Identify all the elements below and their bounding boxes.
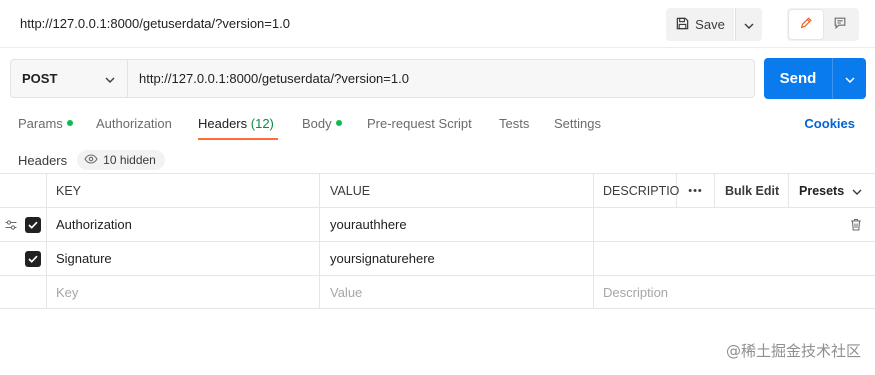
hidden-headers-count: 10 hidden bbox=[103, 153, 156, 167]
tab-params[interactable]: Params bbox=[18, 116, 73, 131]
save-label: Save bbox=[695, 17, 725, 32]
header-value-cell[interactable]: yoursignaturehere bbox=[330, 242, 435, 275]
chevron-down-icon bbox=[744, 17, 754, 32]
request-tabs: Params Authorization Headers (12) Body P… bbox=[0, 110, 875, 142]
send-options-button[interactable] bbox=[832, 58, 866, 99]
cookies-link[interactable]: Cookies bbox=[804, 116, 855, 131]
header-description-cell[interactable] bbox=[603, 242, 833, 275]
request-url-bar: POST http://127.0.0.1:8000/getuserdata/?… bbox=[10, 59, 755, 98]
edit-mode-button[interactable] bbox=[789, 10, 823, 39]
save-group: Save bbox=[666, 8, 762, 41]
presets-label: Presets bbox=[799, 183, 845, 198]
presets-dropdown[interactable]: Presets bbox=[799, 174, 862, 207]
table-row: Signature yoursignaturehere bbox=[0, 241, 875, 275]
eye-icon bbox=[84, 153, 98, 167]
header-key-cell[interactable]: Authorization bbox=[56, 208, 132, 241]
row-checkbox[interactable] bbox=[25, 208, 41, 241]
save-button[interactable]: Save bbox=[666, 8, 734, 41]
send-group: Send bbox=[764, 58, 866, 99]
comment-icon bbox=[833, 16, 847, 33]
method-label: POST bbox=[22, 71, 58, 86]
table-row: Authorization yourauthhere bbox=[0, 207, 875, 241]
checkmark-icon bbox=[25, 216, 41, 233]
tab-pre-request-script[interactable]: Pre-request Script bbox=[367, 116, 472, 131]
tab-settings[interactable]: Settings bbox=[554, 116, 601, 131]
request-tab-title: http://127.0.0.1:8000/getuserdata/?versi… bbox=[20, 16, 290, 31]
table-header-row: KEY VALUE DESCRIPTIO ••• Bulk Edit Prese… bbox=[0, 173, 875, 207]
headers-section-label: Headers bbox=[18, 152, 68, 168]
header-description-cell[interactable] bbox=[603, 208, 833, 241]
send-button[interactable]: Send bbox=[764, 58, 832, 99]
chevron-down-icon bbox=[105, 71, 115, 86]
tab-tests[interactable]: Tests bbox=[499, 116, 529, 131]
tab-body-label: Body bbox=[302, 116, 332, 131]
tab-params-label: Params bbox=[18, 116, 63, 131]
headers-count: (12) bbox=[250, 116, 274, 131]
active-tab-indicator bbox=[198, 138, 278, 140]
comments-mode-button[interactable] bbox=[823, 10, 857, 39]
bulk-edit-button[interactable]: Bulk Edit bbox=[725, 174, 779, 207]
column-header-description: DESCRIPTIO bbox=[603, 183, 680, 198]
tab-headers[interactable]: Headers (12) bbox=[198, 116, 274, 131]
trash-icon[interactable] bbox=[850, 208, 862, 241]
checkmark-icon bbox=[25, 250, 41, 267]
params-indicator-dot bbox=[66, 120, 73, 126]
more-options-button[interactable]: ••• bbox=[677, 174, 714, 207]
header-value-cell[interactable]: yourauthhere bbox=[330, 208, 407, 241]
column-header-value: VALUE bbox=[330, 183, 371, 198]
view-mode-toggle bbox=[787, 8, 859, 41]
header-key-cell[interactable]: Signature bbox=[56, 242, 112, 275]
watermark: @稀土掘金技术社区 bbox=[725, 342, 861, 360]
method-select[interactable]: POST bbox=[11, 60, 128, 97]
tab-authorization[interactable]: Authorization bbox=[96, 116, 172, 131]
chevron-down-icon bbox=[852, 184, 862, 198]
drag-handle-icon[interactable] bbox=[5, 208, 17, 241]
new-description-input[interactable]: Description bbox=[603, 276, 668, 309]
tab-body[interactable]: Body bbox=[302, 116, 342, 131]
top-bar: http://127.0.0.1:8000/getuserdata/?versi… bbox=[0, 0, 875, 48]
headers-subheader: Headers 10 hidden bbox=[18, 150, 165, 170]
table-row-new: Key Value Description bbox=[0, 275, 875, 309]
hidden-headers-toggle[interactable]: 10 hidden bbox=[77, 150, 165, 170]
save-icon bbox=[675, 16, 690, 34]
row-checkbox[interactable] bbox=[25, 242, 41, 275]
body-indicator-dot bbox=[335, 120, 342, 126]
url-input[interactable]: http://127.0.0.1:8000/getuserdata/?versi… bbox=[128, 60, 754, 97]
tab-headers-label: Headers bbox=[198, 116, 248, 131]
save-options-button[interactable] bbox=[735, 8, 762, 41]
pencil-icon bbox=[799, 16, 813, 33]
chevron-down-icon bbox=[844, 71, 855, 86]
headers-table: KEY VALUE DESCRIPTIO ••• Bulk Edit Prese… bbox=[0, 173, 875, 309]
new-key-input[interactable]: Key bbox=[56, 276, 78, 309]
column-header-key: KEY bbox=[56, 183, 82, 198]
new-value-input[interactable]: Value bbox=[330, 276, 362, 309]
